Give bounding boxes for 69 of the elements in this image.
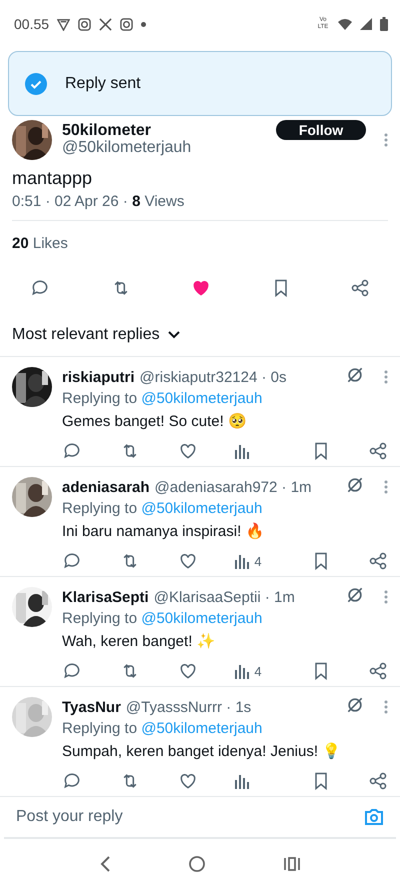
reply-handle-time: @KlarisaaSeptii · 1m <box>154 588 296 606</box>
reply-text: Ini baru namanya inspirasi! 🔥 <box>62 522 266 540</box>
reply-icon[interactable] <box>62 771 82 791</box>
replying-to-label: Replying to <box>62 720 138 737</box>
reply-icon[interactable] <box>30 278 50 298</box>
views-count: 4 <box>254 664 262 678</box>
views-count: 4 <box>254 554 262 568</box>
reply-icon[interactable] <box>62 661 82 681</box>
wifi-icon <box>338 18 352 30</box>
reply-input-field[interactable]: Post your reply <box>16 808 364 826</box>
slashed-circle-icon[interactable] <box>345 365 365 385</box>
toast-message: Reply sent <box>65 74 141 92</box>
views-icon[interactable] <box>234 662 250 680</box>
heart-icon[interactable] <box>178 551 198 571</box>
camera-icon <box>120 18 134 30</box>
reply-icon[interactable] <box>62 551 82 571</box>
share-icon[interactable] <box>368 771 388 791</box>
likes-count: 20 Likes <box>12 234 69 252</box>
reply-icon[interactable] <box>62 441 82 461</box>
reply-handle-time: @riskiaputr32124 · 0s <box>140 368 288 386</box>
reply-handle-time: @TyasssNurrr · 1s <box>126 698 252 716</box>
heart-icon[interactable] <box>178 661 198 681</box>
slashed-circle-icon[interactable] <box>345 695 365 715</box>
camera-icon[interactable] <box>364 808 384 826</box>
reply-author-name: riskiaputri <box>62 368 135 386</box>
back-icon[interactable] <box>100 856 110 872</box>
mention-link[interactable]: @50kilometerjauh <box>141 610 262 627</box>
home-icon[interactable] <box>188 856 205 872</box>
replying-to-label: Replying to <box>62 390 138 407</box>
share-icon[interactable] <box>368 551 388 571</box>
views-icon[interactable] <box>234 552 250 570</box>
mention-link[interactable]: @50kilometerjauh <box>141 390 262 407</box>
share-icon[interactable] <box>350 278 370 298</box>
reply-text: Gemes banget! So cute! 🥺 <box>62 412 248 430</box>
follow-button[interactable]: Follow <box>276 120 366 140</box>
x-icon <box>99 18 112 30</box>
dot-icon <box>141 22 146 26</box>
check-icon <box>25 72 47 94</box>
author-name: 50kilometer <box>62 123 152 139</box>
signal-icon <box>360 18 372 30</box>
sort-label[interactable]: Most relevant replies <box>12 326 160 344</box>
mention-link[interactable]: @50kilometerjauh <box>141 720 262 737</box>
reply-author-name: adeniasarah <box>62 478 150 496</box>
chevron-down-icon[interactable] <box>168 331 180 339</box>
reply-author-name: TyasNur <box>62 698 121 716</box>
share-icon[interactable] <box>368 661 388 681</box>
camera-icon <box>78 18 92 30</box>
author-handle: @50kilometerjauh <box>62 139 192 157</box>
replying-to-label: Replying to <box>62 610 138 627</box>
status-time: 00.55 <box>14 16 50 32</box>
heart-icon[interactable] <box>178 441 198 461</box>
heart-icon[interactable] <box>191 278 211 298</box>
battery-icon <box>380 17 388 31</box>
slashed-circle-icon[interactable] <box>345 475 365 495</box>
reply-author-name: KlarisaSepti <box>62 588 149 606</box>
reply-text: Wah, keren banget! ✨ <box>62 632 217 650</box>
shield-icon <box>57 18 70 30</box>
views-icon[interactable] <box>234 772 250 790</box>
views-icon[interactable] <box>234 442 250 460</box>
heart-icon[interactable] <box>178 771 198 791</box>
reply-handle-time: @adeniasarah972 · 1m <box>154 478 313 496</box>
post-meta: 0:51 · 02 Apr 26 · 8 Views <box>12 193 388 221</box>
mention-link[interactable]: @50kilometerjauh <box>141 500 262 517</box>
replying-to-label: Replying to <box>62 500 138 517</box>
reply-text: Sumpah, keren banget idenya! Jenius! 💡 <box>62 742 342 760</box>
slashed-circle-icon[interactable] <box>345 585 365 605</box>
recents-icon[interactable] <box>284 856 300 872</box>
share-icon[interactable] <box>368 441 388 461</box>
post-text: mantappp <box>12 168 94 189</box>
